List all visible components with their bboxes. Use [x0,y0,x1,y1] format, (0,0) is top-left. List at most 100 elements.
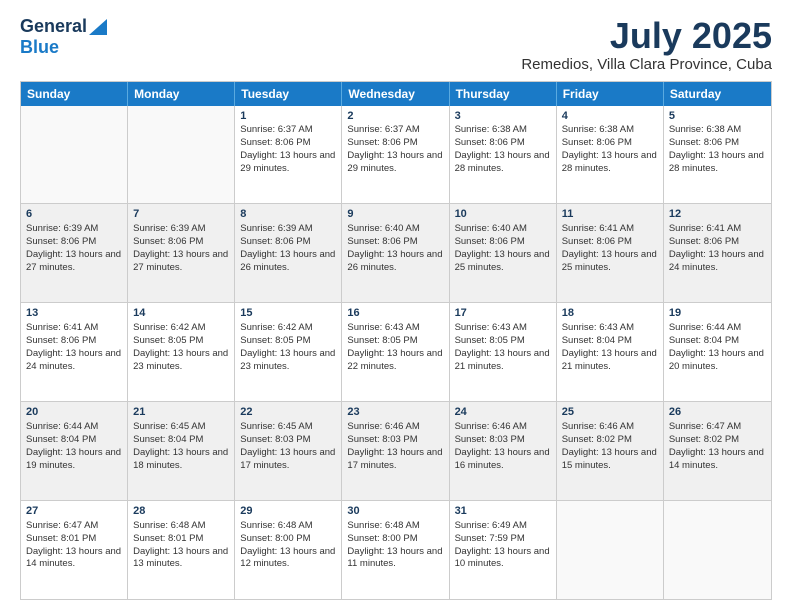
daylight-text: Daylight: 13 hours and 28 minutes. [455,150,551,176]
calendar-day-16: 16Sunrise: 6:43 AMSunset: 8:05 PMDayligh… [342,303,449,401]
sunrise-text: Sunrise: 6:47 AM [669,421,766,434]
sunset-text: Sunset: 8:02 PM [669,434,766,447]
sunrise-text: Sunrise: 6:42 AM [133,322,229,335]
sunset-text: Sunset: 8:03 PM [240,434,336,447]
sunrise-text: Sunrise: 6:40 AM [455,223,551,236]
day-number: 6 [26,207,122,222]
daylight-text: Daylight: 13 hours and 26 minutes. [240,249,336,275]
calendar-day-30: 30Sunrise: 6:48 AMSunset: 8:00 PMDayligh… [342,501,449,599]
page: General Blue July 2025 Remedios, Villa C… [0,0,792,612]
day-number: 10 [455,207,551,222]
daylight-text: Daylight: 13 hours and 29 minutes. [240,150,336,176]
sunset-text: Sunset: 8:05 PM [133,335,229,348]
sunset-text: Sunset: 8:06 PM [669,137,766,150]
calendar-day-21: 21Sunrise: 6:45 AMSunset: 8:04 PMDayligh… [128,402,235,500]
day-number: 17 [455,306,551,321]
day-number: 23 [347,405,443,420]
calendar-day-7: 7Sunrise: 6:39 AMSunset: 8:06 PMDaylight… [128,204,235,302]
calendar-day-20: 20Sunrise: 6:44 AMSunset: 8:04 PMDayligh… [21,402,128,500]
sunrise-text: Sunrise: 6:37 AM [347,124,443,137]
sunset-text: Sunset: 8:04 PM [26,434,122,447]
daylight-text: Daylight: 13 hours and 24 minutes. [669,249,766,275]
sunset-text: Sunset: 8:06 PM [347,236,443,249]
day-number: 4 [562,109,658,124]
day-number: 5 [669,109,766,124]
daylight-text: Daylight: 13 hours and 25 minutes. [455,249,551,275]
sunset-text: Sunset: 8:05 PM [455,335,551,348]
calendar-day-24: 24Sunrise: 6:46 AMSunset: 8:03 PMDayligh… [450,402,557,500]
day-number: 13 [26,306,122,321]
sunrise-text: Sunrise: 6:44 AM [26,421,122,434]
day-number: 9 [347,207,443,222]
daylight-text: Daylight: 13 hours and 28 minutes. [669,150,766,176]
daylight-text: Daylight: 13 hours and 17 minutes. [240,447,336,473]
header-day-wednesday: Wednesday [342,82,449,106]
day-number: 19 [669,306,766,321]
header-day-saturday: Saturday [664,82,771,106]
daylight-text: Daylight: 13 hours and 29 minutes. [347,150,443,176]
daylight-text: Daylight: 13 hours and 13 minutes. [133,546,229,572]
daylight-text: Daylight: 13 hours and 16 minutes. [455,447,551,473]
calendar-day-10: 10Sunrise: 6:40 AMSunset: 8:06 PMDayligh… [450,204,557,302]
daylight-text: Daylight: 13 hours and 14 minutes. [26,546,122,572]
sunset-text: Sunset: 8:01 PM [133,533,229,546]
day-number: 1 [240,109,336,124]
header-day-tuesday: Tuesday [235,82,342,106]
logo-triangle-icon [89,19,107,35]
daylight-text: Daylight: 13 hours and 19 minutes. [26,447,122,473]
calendar-day-13: 13Sunrise: 6:41 AMSunset: 8:06 PMDayligh… [21,303,128,401]
daylight-text: Daylight: 13 hours and 27 minutes. [26,249,122,275]
daylight-text: Daylight: 13 hours and 24 minutes. [26,348,122,374]
calendar-week-2: 6Sunrise: 6:39 AMSunset: 8:06 PMDaylight… [21,203,771,302]
header-day-monday: Monday [128,82,235,106]
sunrise-text: Sunrise: 6:47 AM [26,520,122,533]
daylight-text: Daylight: 13 hours and 12 minutes. [240,546,336,572]
sunrise-text: Sunrise: 6:39 AM [240,223,336,236]
calendar-day-25: 25Sunrise: 6:46 AMSunset: 8:02 PMDayligh… [557,402,664,500]
sunrise-text: Sunrise: 6:41 AM [562,223,658,236]
sunset-text: Sunset: 8:06 PM [562,236,658,249]
daylight-text: Daylight: 13 hours and 22 minutes. [347,348,443,374]
sunrise-text: Sunrise: 6:39 AM [26,223,122,236]
daylight-text: Daylight: 13 hours and 10 minutes. [455,546,551,572]
day-number: 31 [455,504,551,519]
logo-blue: Blue [20,37,59,57]
sunrise-text: Sunrise: 6:48 AM [347,520,443,533]
sunset-text: Sunset: 8:03 PM [455,434,551,447]
sunrise-text: Sunrise: 6:48 AM [133,520,229,533]
calendar-day-27: 27Sunrise: 6:47 AMSunset: 8:01 PMDayligh… [21,501,128,599]
calendar-empty-cell [664,501,771,599]
calendar-day-15: 15Sunrise: 6:42 AMSunset: 8:05 PMDayligh… [235,303,342,401]
logo: General Blue [20,16,107,58]
calendar-day-23: 23Sunrise: 6:46 AMSunset: 8:03 PMDayligh… [342,402,449,500]
sunset-text: Sunset: 8:06 PM [26,236,122,249]
sunrise-text: Sunrise: 6:43 AM [347,322,443,335]
day-number: 3 [455,109,551,124]
day-number: 7 [133,207,229,222]
calendar-day-4: 4Sunrise: 6:38 AMSunset: 8:06 PMDaylight… [557,106,664,204]
sunset-text: Sunset: 8:06 PM [240,137,336,150]
sunrise-text: Sunrise: 6:41 AM [26,322,122,335]
calendar-day-29: 29Sunrise: 6:48 AMSunset: 8:00 PMDayligh… [235,501,342,599]
calendar-empty-cell [557,501,664,599]
calendar: SundayMondayTuesdayWednesdayThursdayFrid… [20,81,772,600]
header-day-friday: Friday [557,82,664,106]
daylight-text: Daylight: 13 hours and 27 minutes. [133,249,229,275]
sunset-text: Sunset: 8:00 PM [240,533,336,546]
day-number: 15 [240,306,336,321]
calendar-day-31: 31Sunrise: 6:49 AMSunset: 7:59 PMDayligh… [450,501,557,599]
sunrise-text: Sunrise: 6:46 AM [347,421,443,434]
sunrise-text: Sunrise: 6:38 AM [562,124,658,137]
daylight-text: Daylight: 13 hours and 14 minutes. [669,447,766,473]
daylight-text: Daylight: 13 hours and 21 minutes. [562,348,658,374]
sunset-text: Sunset: 8:06 PM [240,236,336,249]
calendar-day-18: 18Sunrise: 6:43 AMSunset: 8:04 PMDayligh… [557,303,664,401]
calendar-day-14: 14Sunrise: 6:42 AMSunset: 8:05 PMDayligh… [128,303,235,401]
day-number: 16 [347,306,443,321]
calendar-day-17: 17Sunrise: 6:43 AMSunset: 8:05 PMDayligh… [450,303,557,401]
header: General Blue July 2025 Remedios, Villa C… [20,16,772,73]
sunset-text: Sunset: 8:03 PM [347,434,443,447]
sunrise-text: Sunrise: 6:49 AM [455,520,551,533]
daylight-text: Daylight: 13 hours and 15 minutes. [562,447,658,473]
day-number: 29 [240,504,336,519]
